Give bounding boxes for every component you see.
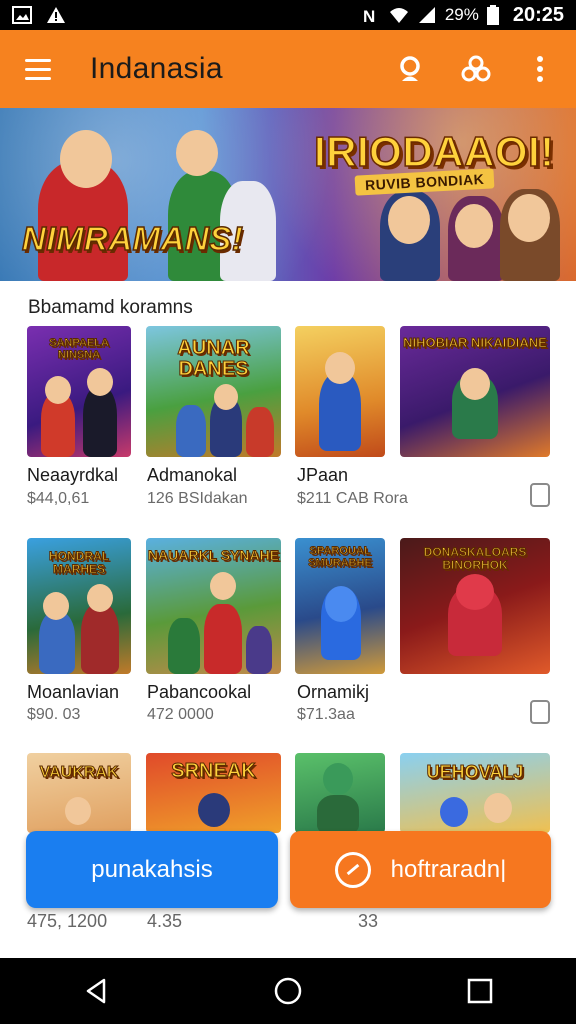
game-thumbnail-title: AUNAR DANES <box>177 337 250 380</box>
game-price: $211 CAB Rora <box>297 490 408 507</box>
game-checkbox[interactable] <box>530 700 550 724</box>
game-title[interactable]: Ornamikj <box>297 682 369 703</box>
row-value: 475, 1200 <box>27 911 108 931</box>
game-title[interactable]: Neaayrdkal <box>27 465 118 486</box>
game-thumbnail-title: NIHOBIAR NIKAIDIANE <box>403 335 548 350</box>
game-thumbnail[interactable]: NAUARKL SYNAHE <box>146 538 281 674</box>
secondary-action-button[interactable]: hoftraradn| <box>290 831 551 908</box>
secondary-action-label: hoftraradn| <box>390 855 507 883</box>
game-title[interactable]: Moanlavian <box>27 682 119 703</box>
game-price: 472 0000 <box>147 706 214 723</box>
gauge-icon <box>334 851 371 888</box>
game-checkbox[interactable] <box>530 483 550 507</box>
home-icon[interactable] <box>258 961 318 1021</box>
game-thumbnail[interactable]: SRNEAK <box>146 753 281 833</box>
game-thumbnail[interactable] <box>295 753 385 833</box>
game-thumbnail-title: NAUARKL SYNAHE <box>147 547 280 563</box>
game-thumbnail-title: DONASKALOARS BINORHOK <box>423 545 527 572</box>
game-thumbnail[interactable]: NIHOBIAR NIKAIDIANE <box>400 326 550 457</box>
game-thumbnail-title: UEHOVALJ <box>426 762 524 782</box>
row-value: 33 <box>358 911 379 931</box>
row-value: 4.35 <box>147 911 183 931</box>
recents-icon[interactable] <box>450 961 510 1021</box>
game-price: 126 BSIdakan <box>147 490 248 507</box>
game-thumbnail[interactable] <box>295 326 385 457</box>
game-thumbnail[interactable]: SPAROUAL SMURABHE <box>295 538 385 674</box>
game-thumbnail-title: VAUKRAK <box>39 764 119 782</box>
game-thumbnail-title: SANPAELA NINSNA <box>49 337 110 361</box>
game-price: $44,0,61 <box>27 490 90 507</box>
game-thumbnail-title: SPAROUAL SMURABHE <box>308 545 373 569</box>
game-price: $71.3aa <box>297 706 355 723</box>
game-thumbnail[interactable]: VAUKRAK <box>27 753 131 833</box>
game-title[interactable]: JPaan <box>297 465 348 486</box>
primary-action-button[interactable]: punakahsis <box>26 831 278 908</box>
game-thumbnail[interactable]: DONASKALOARS BINORHOK <box>400 538 550 674</box>
game-thumbnail-title: HONDRAL MARHES <box>49 549 110 576</box>
game-title[interactable]: Pabancookal <box>147 682 251 703</box>
back-icon[interactable] <box>66 961 126 1021</box>
game-thumbnail[interactable]: HONDRAL MARHES <box>27 538 131 674</box>
game-thumbnail[interactable]: AUNAR DANES <box>146 326 281 457</box>
game-thumbnail-title: SRNEAK <box>171 760 256 782</box>
game-price: $90. 03 <box>27 706 81 723</box>
system-nav-bar <box>0 958 576 1024</box>
game-thumbnail[interactable]: UEHOVALJ <box>400 753 550 833</box>
primary-action-label: punakahsis <box>91 855 213 883</box>
game-title[interactable]: Admanokal <box>147 465 237 486</box>
game-thumbnail[interactable]: SANPAELA NINSNA <box>27 326 131 457</box>
